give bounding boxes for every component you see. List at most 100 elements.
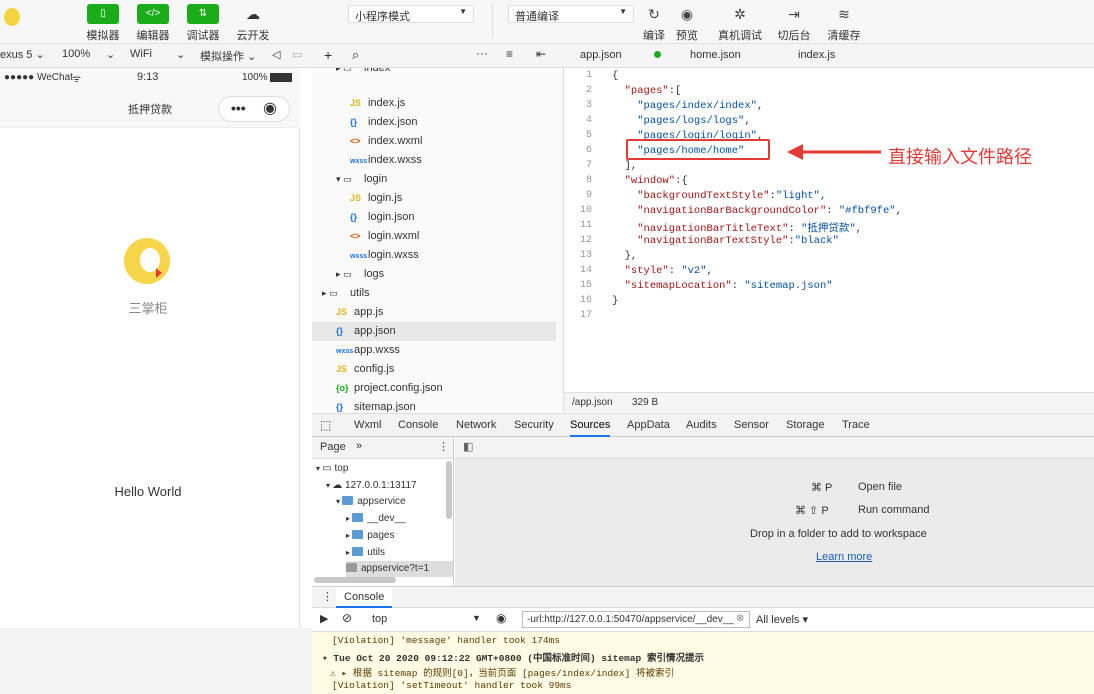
debug-icon: ⇅ (187, 4, 219, 24)
tab-console[interactable]: Console (398, 419, 438, 431)
simulator-button[interactable]: ▯ 模拟器 (78, 4, 128, 43)
kebab-menu-icon[interactable]: ⋮ (322, 590, 333, 603)
line-number: 7 (585, 160, 592, 171)
tree-file[interactable]: wxsslogin.wxss (312, 246, 556, 265)
sources-navigator-header: Page » ⋮ (312, 437, 454, 459)
window-icon[interactable]: ▭ (292, 48, 302, 61)
tree-folder[interactable]: ▸ ▭ logs (312, 265, 556, 284)
tree-file[interactable]: JS config.js (312, 360, 556, 379)
tree-file[interactable]: wxssindex.wxss (312, 151, 556, 170)
chevron-down-icon[interactable]: ⌄ (176, 48, 185, 61)
device-select[interactable]: exus 5 ⌄ (0, 48, 45, 61)
mode-select[interactable]: 小程序模式 ▼ (348, 5, 474, 23)
source-tree-item[interactable]: appservice?t=1 (346, 561, 453, 578)
tree-file[interactable]: {} index.json (312, 113, 556, 132)
line-number: 5 (585, 130, 592, 141)
context-select[interactable]: top (372, 613, 387, 625)
preview-button[interactable]: ◉ 预览 (665, 4, 709, 43)
source-tree-item[interactable]: ▸ pages (346, 528, 395, 544)
cloud-dev-button[interactable]: ☁ 云开发 (228, 4, 278, 43)
tree-file[interactable]: {} login.json (312, 208, 556, 227)
zoom-select[interactable]: 100% (62, 48, 90, 60)
tab-wxml[interactable]: Wxml (354, 419, 382, 431)
volume-icon[interactable]: ◁ (272, 48, 280, 61)
tab-sources[interactable]: Sources (570, 419, 611, 437)
sidebar-toggle-icon[interactable]: ▶ (320, 612, 328, 625)
tree-folder[interactable]: ▸ ▭ utils (312, 284, 556, 303)
tab-security[interactable]: Security (514, 419, 554, 431)
source-tree-label: __dev__ (367, 513, 406, 525)
sources-scrollbar-h[interactable] (314, 577, 396, 583)
more-tabs-icon[interactable]: » (356, 440, 362, 452)
code-editor[interactable]: 1 {2 "pages":[3 "pages/index/index", 4 "pa… (564, 68, 1094, 392)
chevron-down-icon[interactable]: ⌄ (106, 48, 115, 61)
close-target-icon[interactable]: ◉ (263, 98, 277, 118)
source-tree-label: top (334, 463, 349, 474)
code-line: }, (612, 250, 638, 262)
eye-icon[interactable]: ◉ (496, 611, 506, 625)
json-file-icon: {} (336, 326, 344, 336)
folder-icon (352, 529, 364, 539)
tree-file[interactable]: {} sitemap.json (312, 398, 556, 412)
background-switch-button[interactable]: ⇥ 切后台 (772, 4, 816, 43)
tab-network[interactable]: Network (456, 419, 496, 431)
sources-scrollbar-v[interactable] (446, 461, 452, 519)
source-tree-item[interactable]: ▸ __dev__ (346, 511, 406, 527)
sort-icon[interactable]: ≡ (506, 47, 513, 61)
tab-app-json[interactable]: app.json (580, 49, 622, 61)
learn-more-link[interactable]: Learn more (816, 551, 872, 563)
tree-folder[interactable]: ▾ ▭ login (312, 170, 556, 189)
folder-icon (352, 513, 364, 523)
source-tree-item[interactable]: ▾ ☁ 127.0.0.1:13117 (326, 478, 417, 494)
tab-page[interactable]: Page (320, 441, 346, 453)
tree-file[interactable]: <> login.wxml (312, 227, 556, 246)
compile-select[interactable]: 普通编译 ▼ (508, 5, 634, 23)
levels-select[interactable]: All levels ▾ (756, 613, 808, 626)
clear-cache-label: 清缓存 (827, 30, 861, 42)
toggle-navigator-icon[interactable]: ◧ (463, 440, 473, 453)
tree-file[interactable]: {o} project.config.json (312, 379, 556, 398)
tab-index-js[interactable]: index.js (798, 49, 835, 61)
simulate-action-select[interactable]: 模拟操作 ⌄ (200, 48, 256, 64)
editor-button[interactable]: </> 编辑器 (128, 4, 178, 43)
search-icon[interactable]: ⌕ (352, 47, 359, 63)
tab-home-json[interactable]: home.json (690, 49, 741, 61)
source-tree-item[interactable]: ▾ ▭ top (316, 461, 348, 477)
cloud-icon: ☁ (332, 479, 346, 491)
tree-item-label: login (364, 173, 388, 185)
clear-filter-icon[interactable]: ⊗ (736, 613, 744, 624)
line-number: 2 (585, 85, 592, 96)
source-tree-item[interactable]: ▾ appservice (336, 494, 406, 510)
tree-file[interactable]: wxssapp.wxss (312, 341, 556, 360)
avatar[interactable] (4, 8, 20, 26)
tab-appdata[interactable]: AppData (627, 419, 670, 431)
chevron-down-icon[interactable]: ▼ (472, 613, 481, 623)
json-file-icon: {} (336, 402, 344, 412)
tree-folder[interactable]: ▸ ▭ index (312, 68, 556, 78)
tab-sensor[interactable]: Sensor (734, 419, 769, 431)
line-number: 9 (585, 190, 592, 201)
tree-file[interactable]: {} app.json (312, 322, 556, 341)
console-filter-input[interactable]: -url:http://127.0.0.1:50470/appservice/_… (522, 611, 750, 628)
tree-file[interactable]: JS app.js (312, 303, 556, 322)
tab-audits[interactable]: Audits (686, 419, 717, 431)
tab-console-drawer[interactable]: Console (336, 587, 393, 608)
source-tree-item[interactable]: ▸ utils (346, 545, 385, 561)
more-icon[interactable]: ••• (231, 100, 246, 116)
tab-storage[interactable]: Storage (786, 419, 825, 431)
tree-file[interactable]: JS index.js (312, 94, 556, 113)
tree-file[interactable]: JS login.js (312, 189, 556, 208)
debugger-button[interactable]: ⇅ 调试器 (178, 4, 228, 43)
clear-console-icon[interactable]: ⊘ (342, 611, 352, 625)
more-icon[interactable]: ··· (476, 46, 488, 60)
network-select[interactable]: WiFi (130, 48, 152, 60)
tab-trace[interactable]: Trace (842, 419, 870, 431)
add-icon[interactable]: + (324, 47, 332, 63)
clear-cache-button[interactable]: ≋ 清缓存 (822, 4, 866, 43)
collapse-icon[interactable]: ⇤ (536, 47, 546, 61)
kebab-menu-icon[interactable]: ⋮ (438, 440, 449, 453)
inspect-icon[interactable]: ⬚ (320, 418, 331, 432)
tree-file[interactable]: <> index.wxml (312, 132, 556, 151)
capsule-menu[interactable]: ••• ◉ (218, 96, 290, 122)
real-device-debug-button[interactable]: ✲ 真机调试 (718, 4, 762, 43)
